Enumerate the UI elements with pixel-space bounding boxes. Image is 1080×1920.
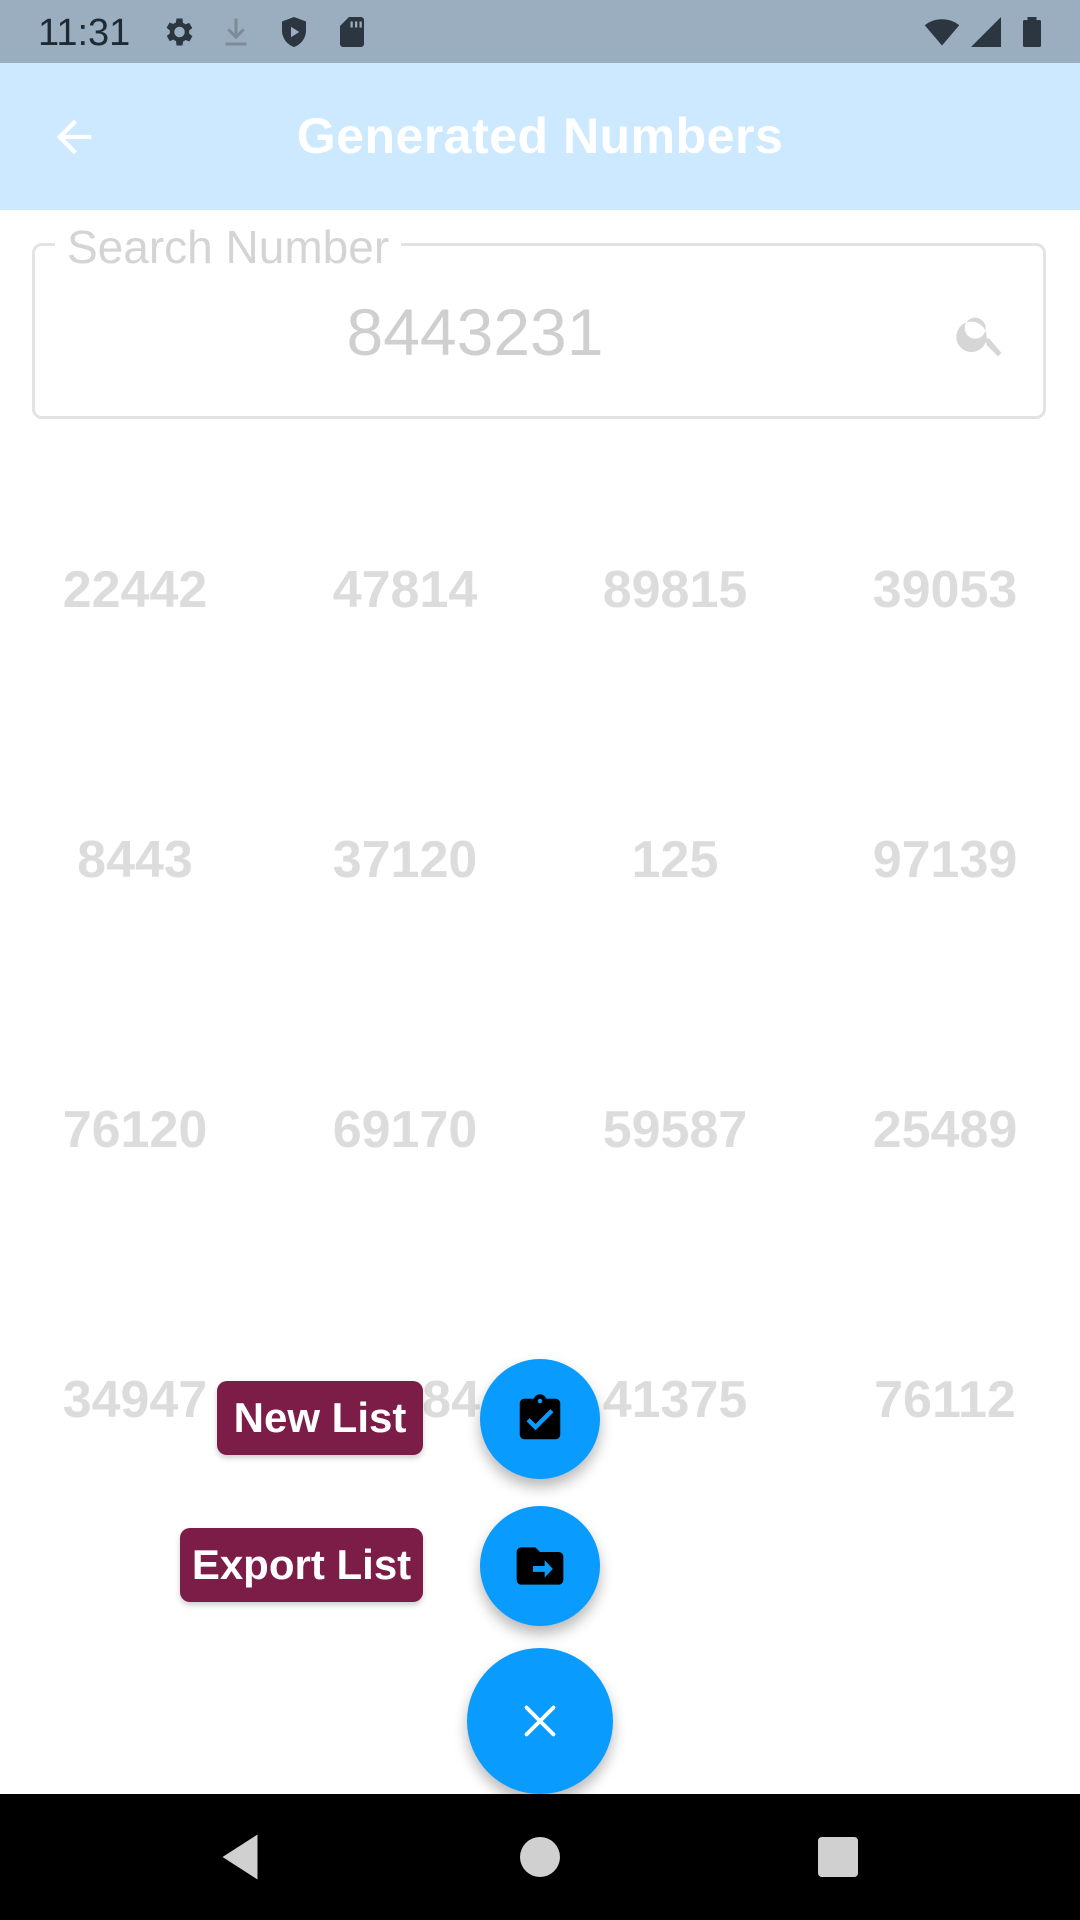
number-item[interactable]: 76120 — [0, 1100, 270, 1160]
number-item[interactable]: 125 — [540, 830, 810, 890]
new-list-button[interactable] — [480, 1359, 600, 1479]
number-item[interactable]: 47814 — [270, 560, 540, 620]
search-icon[interactable] — [953, 306, 1009, 362]
number-item[interactable]: 22442 — [0, 560, 270, 620]
status-bar: 11:31 — [0, 0, 1080, 63]
number-item[interactable]: 59587 — [540, 1100, 810, 1160]
battery-icon — [1023, 17, 1041, 47]
number-item[interactable]: 8443 — [0, 830, 270, 890]
page-title: Generated Numbers — [296, 108, 784, 164]
export-list-label[interactable]: Export List — [180, 1528, 423, 1602]
folder-export-icon — [516, 1547, 564, 1585]
navigation-bar — [0, 1794, 1080, 1920]
wifi-icon — [924, 19, 960, 46]
recents-square-icon[interactable] — [808, 1827, 868, 1887]
status-time: 11:31 — [38, 12, 131, 54]
number-item[interactable]: 76112 — [810, 1370, 1080, 1430]
back-triangle-icon[interactable] — [210, 1827, 270, 1887]
signal-icon — [971, 17, 1001, 47]
search-input[interactable]: Search Number 8443231 — [32, 220, 1046, 419]
number-item[interactable]: 69170 — [270, 1100, 540, 1160]
sd-card-icon — [340, 17, 364, 47]
number-item[interactable]: 89815 — [540, 560, 810, 620]
number-item[interactable]: 37120 — [270, 830, 540, 890]
shield-icon — [282, 17, 306, 47]
search-value: 8443231 — [346, 295, 604, 369]
download-icon — [225, 18, 247, 46]
close-menu-button[interactable] — [467, 1648, 613, 1794]
number-item[interactable]: 97139 — [810, 830, 1080, 890]
export-list-button[interactable] — [480, 1506, 600, 1626]
clipboard-check-icon — [519, 1394, 561, 1440]
home-circle-icon[interactable] — [510, 1827, 570, 1887]
search-label: Search Number — [55, 220, 402, 274]
close-icon — [524, 1705, 556, 1737]
app-bar: Generated Numbers — [0, 63, 1080, 210]
new-list-label[interactable]: New List — [217, 1381, 423, 1455]
number-item[interactable]: 39053 — [810, 560, 1080, 620]
number-item[interactable]: 25489 — [810, 1100, 1080, 1160]
settings-icon — [166, 18, 193, 46]
